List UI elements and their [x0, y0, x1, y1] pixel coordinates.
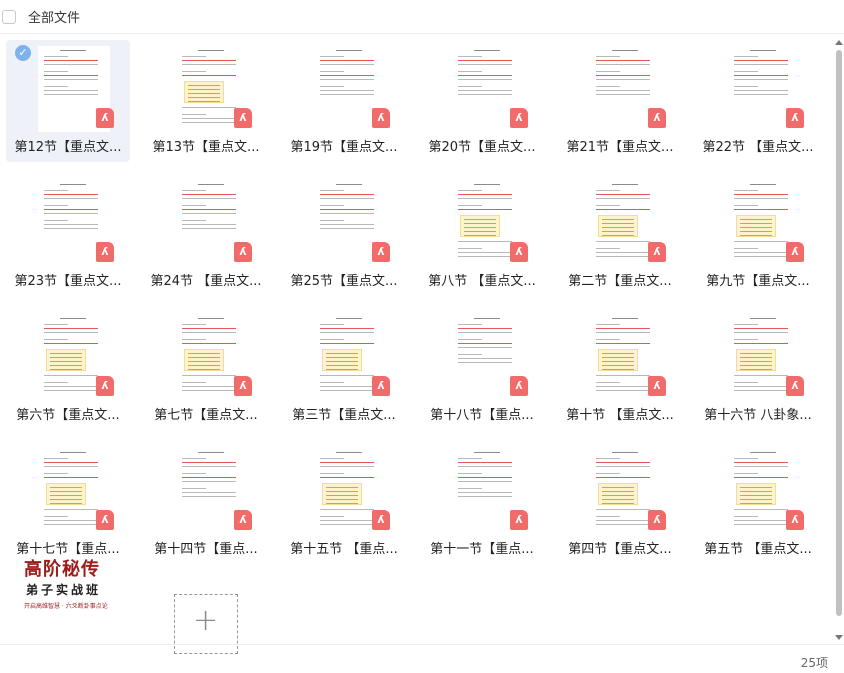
file-grid: ʎ ✓ 第12节【重点文... ʎ 第13节【重点文... ʎ 第19节【重点文... ʎ 第2…: [6, 38, 830, 644]
file-name-label: 第24节 【重点文...: [150, 274, 262, 289]
file-tile[interactable]: ʎ ✓ 第12节【重点文...: [6, 40, 130, 162]
file-tile[interactable]: ʎ 第十八节【重点...: [420, 308, 544, 430]
file-name-label: 第十八节【重点...: [430, 408, 534, 423]
file-tile[interactable]: ʎ 第23节【重点文...: [6, 174, 130, 296]
pdf-icon: ʎ: [234, 108, 252, 128]
file-name-label: 第13节【重点文...: [152, 140, 260, 155]
file-name-label: 第十五节 【重点...: [290, 542, 398, 557]
file-name-label: 第19节【重点文...: [290, 140, 398, 155]
file-name-label: 第七节【重点文...: [154, 408, 258, 423]
select-all-checkbox[interactable]: [2, 9, 16, 24]
pdf-icon: ʎ: [786, 108, 804, 128]
file-tile[interactable]: ʎ 第24节 【重点文...: [144, 174, 268, 296]
pdf-icon: ʎ: [372, 242, 390, 262]
file-tile[interactable]: ʎ 第22节 【重点文...: [696, 40, 820, 162]
pdf-icon: ʎ: [372, 510, 390, 530]
pdf-icon: ʎ: [510, 242, 528, 262]
pdf-icon: ʎ: [786, 376, 804, 396]
file-tile[interactable]: ʎ 第十五节 【重点...: [282, 442, 406, 564]
file-tile[interactable]: ʎ 第十一节【重点...: [420, 442, 544, 564]
vertical-scrollbar[interactable]: [834, 38, 844, 642]
file-tile[interactable]: ʎ 第十四节【重点...: [144, 442, 268, 564]
folder-title: 全部文件: [28, 11, 81, 26]
file-name-label: 第23节【重点文...: [14, 274, 122, 289]
file-name-label: 第三节【重点文...: [292, 408, 396, 423]
pdf-icon: ʎ: [510, 108, 528, 128]
file-tile[interactable]: ʎ 第八节 【重点文...: [420, 174, 544, 296]
scroll-up-arrow-icon[interactable]: [835, 40, 843, 45]
pdf-icon: ʎ: [234, 242, 252, 262]
pdf-icon: ʎ: [234, 376, 252, 396]
file-tile[interactable]: ʎ 第20节【重点文...: [420, 40, 544, 162]
file-tile[interactable]: ʎ 第二节【重点文...: [558, 174, 682, 296]
pdf-icon: ʎ: [786, 242, 804, 262]
status-bar: 25项: [0, 644, 844, 673]
file-name-label: 第12节【重点文...: [14, 140, 122, 155]
item-count: 25项: [800, 656, 828, 670]
file-tile[interactable]: ʎ 第四节【重点文...: [558, 442, 682, 564]
scroll-down-arrow-icon[interactable]: [835, 635, 843, 640]
file-tile[interactable]: ʎ 第13节【重点文...: [144, 40, 268, 162]
pdf-icon: ʎ: [648, 108, 666, 128]
file-name-label: 第六节【重点文...: [16, 408, 120, 423]
pdf-icon: ʎ: [372, 108, 390, 128]
pdf-icon: ʎ: [648, 376, 666, 396]
course-cover-thumbnail[interactable]: 高阶秘传 弟子实战班 开启高维智慧 · 六爻断卦事点论: [20, 555, 112, 643]
file-list-header: 全部文件: [0, 0, 844, 34]
file-name-label: 第八节 【重点文...: [428, 274, 536, 289]
file-name-label: 第二节【重点文...: [568, 274, 672, 289]
file-tile[interactable]: ʎ 第十节 【重点文...: [558, 308, 682, 430]
file-tile[interactable]: ʎ 第25节【重点文...: [282, 174, 406, 296]
file-name-label: 第十一节【重点...: [430, 542, 534, 557]
pdf-icon: ʎ: [510, 376, 528, 396]
file-tile[interactable]: ʎ 第六节【重点文...: [6, 308, 130, 430]
file-tile[interactable]: ʎ 第三节【重点文...: [282, 308, 406, 430]
cover-title: 高阶秘传: [24, 559, 100, 580]
file-name-label: 第十四节【重点...: [154, 542, 258, 557]
pdf-icon: ʎ: [786, 510, 804, 530]
file-name-label: 第十六节 八卦象...: [704, 408, 812, 423]
plus-icon: +: [193, 603, 219, 638]
cover-subtitle: 弟子实战班: [26, 583, 102, 597]
pdf-icon: ʎ: [96, 510, 114, 530]
file-tile[interactable]: ʎ 第21节【重点文...: [558, 40, 682, 162]
file-name-label: 第五节 【重点文...: [704, 542, 812, 557]
file-tile[interactable]: ʎ 第十六节 八卦象...: [696, 308, 820, 430]
check-icon[interactable]: ✓: [15, 45, 31, 61]
file-name-label: 第十节 【重点文...: [566, 408, 674, 423]
file-name-label: 第25节【重点文...: [290, 274, 398, 289]
file-name-label: 第九节【重点文...: [706, 274, 810, 289]
cover-tagline: 开启高维智慧 · 六爻断卦事点论: [24, 603, 108, 610]
pdf-icon: ʎ: [96, 242, 114, 262]
pdf-icon: ʎ: [96, 376, 114, 396]
file-name-label: 第22节 【重点文...: [702, 140, 814, 155]
scrollbar-thumb[interactable]: [836, 50, 842, 616]
file-tile[interactable]: ʎ 第七节【重点文...: [144, 308, 268, 430]
file-tile[interactable]: ʎ 第五节 【重点文...: [696, 442, 820, 564]
pdf-icon: ʎ: [96, 108, 114, 128]
file-name-label: 第20节【重点文...: [428, 140, 536, 155]
pdf-icon: ʎ: [510, 510, 528, 530]
file-tile[interactable]: ʎ 第九节【重点文...: [696, 174, 820, 296]
file-name-label: 第四节【重点文...: [568, 542, 672, 557]
file-name-label: 第21节【重点文...: [566, 140, 674, 155]
pdf-icon: ʎ: [648, 510, 666, 530]
file-tile[interactable]: ʎ 第十七节【重点...: [6, 442, 130, 564]
file-tile[interactable]: ʎ 第19节【重点文...: [282, 40, 406, 162]
pdf-icon: ʎ: [234, 510, 252, 530]
pdf-icon: ʎ: [372, 376, 390, 396]
pdf-icon: ʎ: [648, 242, 666, 262]
